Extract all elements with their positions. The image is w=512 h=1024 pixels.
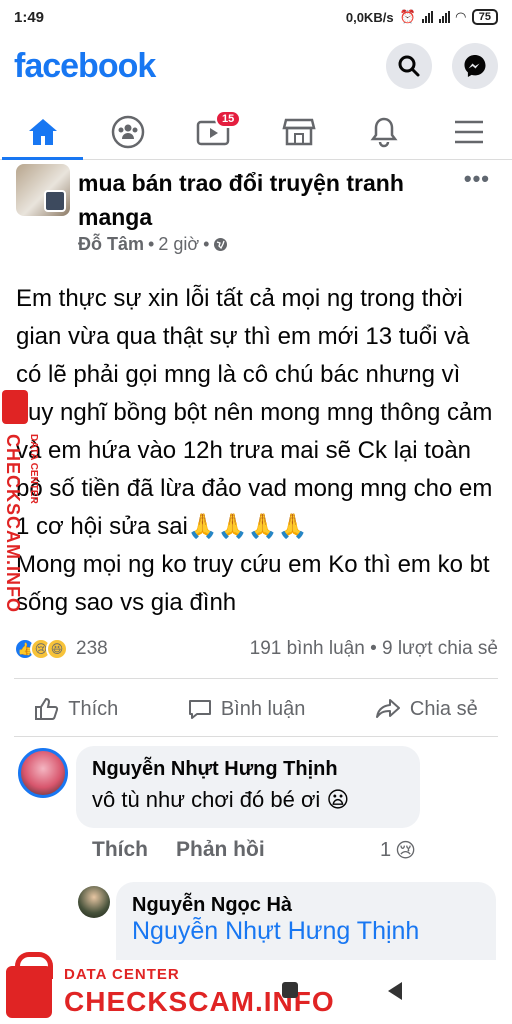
main-nav: 15 [0, 104, 512, 160]
thumbs-up-icon [35, 697, 59, 720]
avatar[interactable] [18, 748, 68, 798]
marketplace-icon [282, 118, 316, 145]
lock-icon [2, 390, 28, 424]
facebook-logo[interactable]: facebook [14, 47, 156, 86]
menu-icon [455, 120, 484, 143]
like-label: Thích [68, 697, 119, 720]
post-stats: 👍 😢 😆 238 191 bình luận • 9 lượt chia sẻ [14, 634, 498, 664]
mention-link[interactable]: Nguyễn Nhựt Hưng Thịnh [132, 917, 480, 946]
reaction-summary[interactable]: 👍 😢 😆 238 [14, 638, 108, 660]
lock-icon [6, 952, 53, 1018]
comment-reply-button[interactable]: Phản hồi [176, 838, 265, 862]
haha-reaction-icon: 😆 [46, 638, 68, 660]
share-icon [375, 699, 400, 718]
search-icon [398, 55, 420, 77]
battery-indicator: 75 [471, 9, 498, 25]
bell-icon [370, 117, 398, 147]
comment-actions: Thích Phản hồi [92, 838, 265, 862]
globe-icon [214, 238, 228, 251]
app-header: facebook [0, 38, 512, 94]
alarm-icon: ⏰ [399, 9, 416, 24]
like-button[interactable]: Thích [34, 697, 118, 721]
group-name[interactable]: mua bán trao đổi truyện tranh manga [78, 166, 448, 234]
comment-label: Bình luận [220, 697, 306, 720]
share-button[interactable]: Chia sẻ [374, 697, 478, 721]
group-avatar[interactable] [16, 164, 70, 216]
status-indicators: 0,0KB/s ⏰ ◠ 75 [346, 9, 498, 25]
reaction-count: 238 [76, 638, 108, 659]
comment-bubble: Nguyễn Nhựt Hưng Thịnh vô tù như chơi đó… [76, 746, 420, 828]
status-time: 1:49 [14, 8, 45, 26]
tab-groups[interactable] [85, 104, 170, 159]
commenter-name[interactable]: Nguyễn Nhựt Hưng Thịnh [92, 758, 404, 781]
post-actions: Thích Bình luận Chia sẻ [0, 688, 512, 730]
comment-text: vô tù như chơi đó bé ơi 😦 [92, 787, 350, 812]
signal-icon [421, 11, 433, 23]
tab-watch[interactable]: 15 [171, 104, 256, 159]
share-label: Chia sẻ [409, 697, 478, 720]
comment-share-count[interactable]: 191 bình luận • 9 lượt chia sẻ [250, 638, 498, 660]
signal-icon [438, 11, 450, 23]
replier-name[interactable]: Nguyễn Ngọc Hà [132, 894, 480, 917]
messenger-button[interactable] [452, 43, 498, 89]
wifi-icon: ◠ [455, 9, 466, 24]
messenger-icon [464, 55, 486, 77]
avatar[interactable] [78, 886, 110, 918]
watermark-bottom: DATA CENTER CHECKSCAM.INFO [6, 952, 334, 1022]
post-meta: Đỗ Tâm • 2 giờ • [78, 234, 228, 255]
search-button[interactable] [386, 43, 432, 89]
system-nav [282, 982, 402, 1000]
tab-menu[interactable] [427, 104, 512, 159]
divider [14, 678, 498, 679]
groups-icon [111, 115, 145, 148]
comment-icon [188, 700, 211, 719]
net-speed: 0,0KB/s [345, 9, 394, 25]
watermark-text: CHECKSCAM.INFO [3, 434, 23, 613]
divider [14, 736, 498, 737]
status-bar: 1:49 0,0KB/s ⏰ ◠ 75 [0, 0, 512, 34]
more-options-icon[interactable]: ••• [464, 166, 490, 192]
sad-reaction-icon: 😢 [395, 840, 416, 862]
post-body: Em thực sự xin lỗi tất cả mọi ng trong t… [16, 280, 500, 622]
comment-reaction[interactable]: 1 😢 [380, 838, 416, 863]
bottom-bar: DATA CENTER CHECKSCAM.INFO [0, 952, 512, 1024]
post-text: Mong mọi ng ko truy cứu em Ko thì em ko … [16, 551, 497, 616]
watermark-side: CHECKSCAM.INFO DATA CENTER [2, 390, 39, 630]
post-text: Em thực sự xin lỗi tất cả mọi ng trong t… [16, 285, 500, 540]
system-back-button[interactable] [388, 982, 402, 1000]
tab-home[interactable] [0, 104, 85, 160]
tab-marketplace[interactable] [256, 104, 341, 159]
comment-reaction-count: 1 [380, 839, 392, 861]
watermark-subtext: DATA CENTER [64, 966, 180, 983]
post-time[interactable]: 2 giờ [158, 234, 199, 255]
home-icon [28, 118, 57, 145]
tab-notifications[interactable] [341, 104, 426, 159]
system-home-button[interactable] [282, 982, 298, 998]
comment-button[interactable]: Bình luận [187, 697, 306, 721]
post-author[interactable]: Đỗ Tâm [78, 234, 144, 255]
watch-badge: 15 [215, 110, 242, 128]
watermark-subtext: DATA CENTER [28, 434, 39, 504]
comment-like-button[interactable]: Thích [92, 838, 148, 862]
